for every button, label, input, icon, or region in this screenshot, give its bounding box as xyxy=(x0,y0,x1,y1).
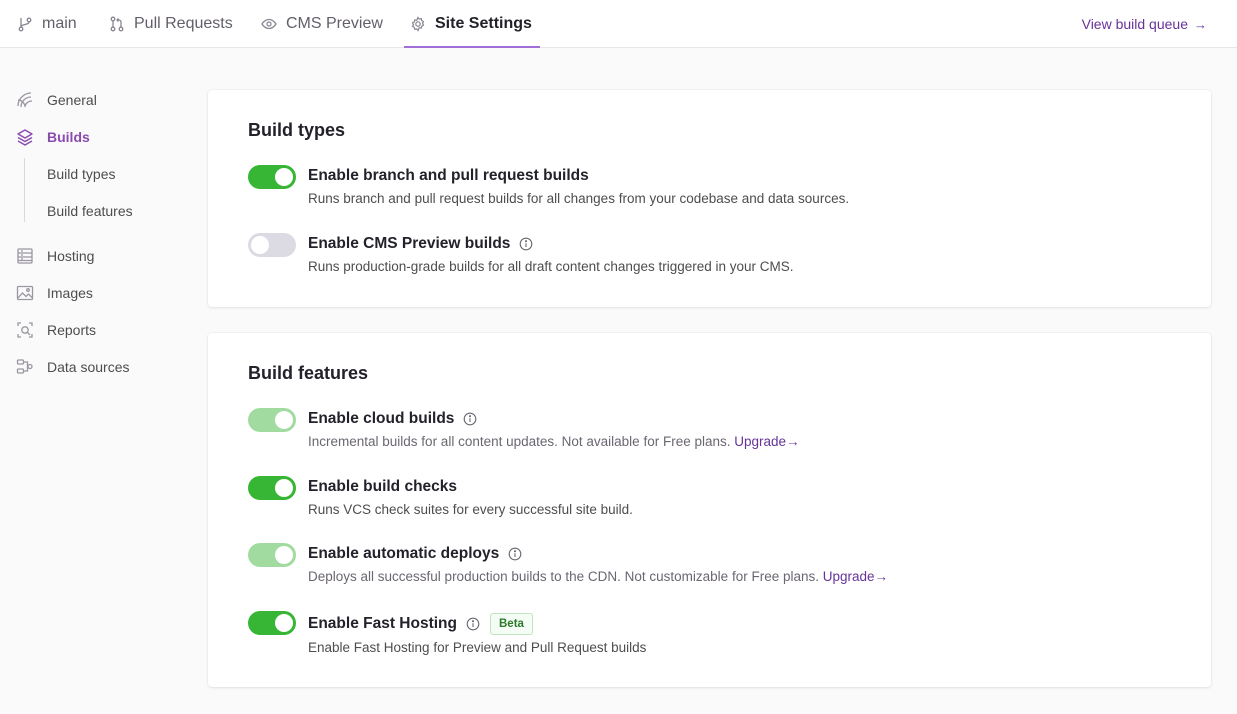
sub-nav-rail xyxy=(24,158,25,222)
sidebar-item-builds[interactable]: Builds xyxy=(16,127,90,147)
setting-label: Enable branch and pull request builds xyxy=(308,167,589,185)
setting-label-text: Enable branch and pull request builds xyxy=(308,167,589,184)
eye-icon xyxy=(261,16,277,32)
sidebar-subitem-build-types[interactable]: Build types xyxy=(47,164,115,184)
sidebar-item-label: Images xyxy=(47,285,93,301)
setting-description-text: Deploys all successful production builds… xyxy=(308,569,819,584)
tab-label: Pull Requests xyxy=(134,15,233,32)
sidebar-item-label: Builds xyxy=(47,129,90,145)
sidebar-subitem-build-features[interactable]: Build features xyxy=(47,201,133,221)
info-icon[interactable] xyxy=(519,237,533,251)
setting-label: Enable build checks xyxy=(308,478,457,496)
tab-main-branch[interactable]: main xyxy=(17,0,77,48)
setting-description: Deploys all successful production builds… xyxy=(308,569,888,584)
setting-description: Runs production-grade builds for all dra… xyxy=(308,259,794,274)
upgrade-link-label: Upgrade xyxy=(734,434,787,449)
setting-label-text: Enable cloud builds xyxy=(308,410,455,427)
reports-icon xyxy=(16,321,34,339)
branch-pr-builds-toggle[interactable] xyxy=(248,165,296,189)
toggle-knob xyxy=(275,411,293,429)
sidebar-item-reports[interactable]: Reports xyxy=(16,320,96,340)
setting-row: Enable Fast Hosting Beta Enable Fast Hos… xyxy=(248,611,1171,659)
setting-row: Enable build checks Runs VCS check suite… xyxy=(248,476,1171,524)
setting-description: Enable Fast Hosting for Preview and Pull… xyxy=(308,640,647,655)
sidebar-item-general[interactable]: General xyxy=(16,90,97,110)
setting-label-text: Enable automatic deploys xyxy=(308,545,500,562)
toggle-knob xyxy=(251,236,269,254)
build-features-card: Build features Enable cloud builds Incre… xyxy=(208,333,1211,687)
setting-row: Enable cloud builds Incremental builds f… xyxy=(248,408,1171,456)
tab-label: main xyxy=(42,15,77,32)
beta-badge: Beta xyxy=(490,613,533,635)
sidebar-item-hosting[interactable]: Hosting xyxy=(16,246,94,266)
build-features-title: Build features xyxy=(248,363,369,383)
sidebar-item-images[interactable]: Images xyxy=(16,283,93,303)
setting-row: Enable CMS Preview builds Runs productio… xyxy=(248,233,1171,281)
view-build-queue-label: View build queue xyxy=(1081,16,1188,32)
build-types-title: Build types xyxy=(248,120,346,140)
setting-description-text: Incremental builds for all content updat… xyxy=(308,434,731,449)
sidebar-item-label: Reports xyxy=(47,322,97,338)
sidebar-item-data-sources[interactable]: Data sources xyxy=(16,357,129,377)
setting-description: Runs branch and pull request builds for … xyxy=(308,191,850,206)
cloud-builds-toggle xyxy=(248,408,296,432)
view-build-queue-link[interactable]: View build queue → xyxy=(1082,0,1207,48)
sidebar-item-label: Data sources xyxy=(47,359,130,375)
gear-icon xyxy=(410,16,426,32)
build-types-card: Build types Enable branch and pull reque… xyxy=(208,90,1211,307)
toggle-knob xyxy=(275,614,293,632)
branch-icon xyxy=(17,16,33,32)
pull-request-icon xyxy=(109,16,125,32)
upgrade-link[interactable]: Upgrade→ xyxy=(734,434,799,449)
tab-label: Site Settings xyxy=(435,15,532,32)
sidebar-item-label: General xyxy=(47,92,97,108)
top-navigation-bar: main Pull Requests CMS Preview Site Sett… xyxy=(0,0,1237,48)
setting-label: Enable cloud builds xyxy=(308,410,477,428)
setting-label: Enable CMS Preview builds xyxy=(308,235,533,253)
setting-description: Runs VCS check suites for every successf… xyxy=(308,502,633,517)
image-icon xyxy=(16,284,34,302)
setting-label: Enable automatic deploys xyxy=(308,545,522,563)
setting-row: Enable branch and pull request builds Ru… xyxy=(248,165,1171,213)
tab-pull-requests[interactable]: Pull Requests xyxy=(109,0,233,48)
setting-row: Enable automatic deploys Deploys all suc… xyxy=(248,543,1171,591)
data-sources-icon xyxy=(16,358,34,376)
layers-icon xyxy=(16,128,34,146)
upgrade-link-label: Upgrade xyxy=(822,569,875,584)
setting-label-text: Enable Fast Hosting xyxy=(308,615,457,632)
toggle-knob xyxy=(275,479,293,497)
tab-site-settings[interactable]: Site Settings xyxy=(404,0,540,48)
tab-cms-preview[interactable]: CMS Preview xyxy=(261,0,383,48)
server-icon xyxy=(16,247,34,265)
build-checks-toggle[interactable] xyxy=(248,476,296,500)
setting-label-text: Enable build checks xyxy=(308,478,458,495)
info-icon[interactable] xyxy=(463,412,477,426)
setting-description: Incremental builds for all content updat… xyxy=(308,434,800,449)
tab-label: CMS Preview xyxy=(286,15,383,32)
info-icon[interactable] xyxy=(466,617,480,631)
fast-hosting-toggle[interactable] xyxy=(248,611,296,635)
setting-label-text: Enable CMS Preview builds xyxy=(308,235,511,252)
arrow-right-icon: → xyxy=(786,434,800,449)
toggle-knob xyxy=(275,168,293,186)
arrow-right-icon: → xyxy=(1194,16,1207,32)
general-icon xyxy=(16,91,34,109)
setting-label: Enable Fast Hosting Beta xyxy=(308,613,533,635)
toggle-knob xyxy=(275,546,293,564)
cms-preview-builds-toggle[interactable] xyxy=(248,233,296,257)
automatic-deploys-toggle xyxy=(248,543,296,567)
sidebar-item-label: Hosting xyxy=(47,248,95,264)
upgrade-link[interactable]: Upgrade→ xyxy=(823,569,888,584)
arrow-right-icon: → xyxy=(874,569,889,584)
info-icon[interactable] xyxy=(508,547,522,561)
